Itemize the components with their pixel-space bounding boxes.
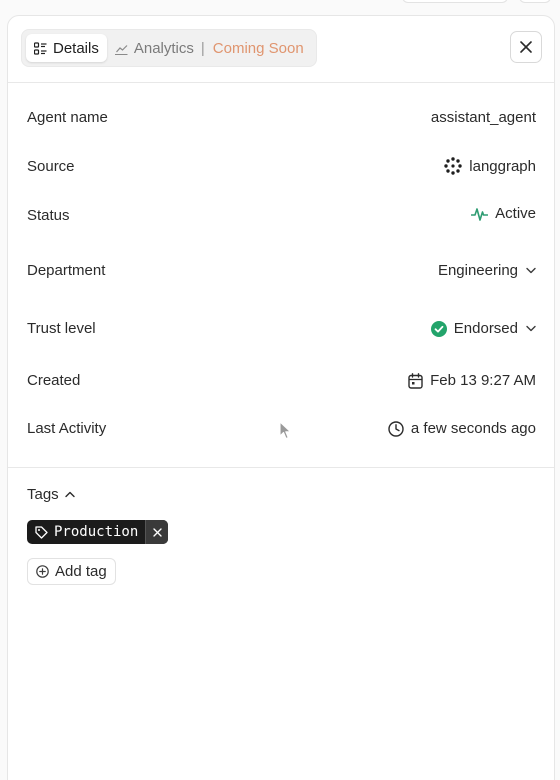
trust-level-row: Trust level Endorsed (27, 320, 536, 337)
tab-details-label: Details (53, 39, 99, 57)
source-label: Source (27, 157, 75, 175)
remove-tag-button[interactable] (145, 520, 169, 544)
source-row: Source langgraph (27, 157, 536, 175)
list-details-icon (34, 41, 47, 55)
source-value-text: langgraph (469, 157, 536, 175)
background-button-edge (519, 0, 551, 3)
source-value: langgraph (444, 157, 536, 175)
agent-details-panel: Details Analytics | Coming Soon Agent na… (7, 15, 555, 780)
created-label: Created (27, 372, 81, 389)
chart-line-icon (114, 44, 128, 55)
agent-name-row: Agent name assistant_agent (27, 109, 536, 126)
check-circle-icon (430, 320, 447, 337)
trust-level-value: Endorsed (453, 320, 518, 337)
tab-analytics[interactable]: Analytics | Coming Soon (107, 34, 312, 62)
background-button-edge (402, 0, 508, 3)
tab-analytics-label: Analytics (133, 39, 194, 57)
tag-chip-main: Production (27, 520, 145, 544)
status-row: Status Active (27, 205, 536, 224)
calendar-icon (408, 372, 423, 389)
tags-heading: Tags (27, 486, 59, 503)
agent-name-label: Agent name (27, 109, 108, 126)
langgraph-logo-icon (444, 157, 462, 175)
section-divider (8, 467, 554, 468)
tag-icon (35, 525, 48, 539)
activity-pulse-icon (471, 207, 489, 221)
panel-header: Details Analytics | Coming Soon (8, 16, 554, 83)
agent-name-value: assistant_agent (430, 109, 536, 126)
clock-icon (388, 420, 404, 437)
department-value: Engineering (437, 262, 518, 279)
chevron-down-icon (526, 267, 536, 274)
close-button[interactable] (510, 31, 542, 63)
department-label: Department (27, 262, 106, 279)
chevron-down-icon (526, 325, 536, 332)
plus-circle-icon (36, 565, 49, 578)
last-activity-value-text: a few seconds ago (410, 420, 536, 437)
created-row: Created Feb 13 9:27 AM (27, 372, 536, 389)
coming-soon-label: Coming Soon (212, 39, 304, 57)
tab-details[interactable]: Details (26, 34, 107, 62)
trust-level-select[interactable]: Endorsed (430, 320, 536, 337)
trust-level-label: Trust level (27, 320, 96, 337)
close-icon (153, 527, 162, 537)
tab-group: Details Analytics | Coming Soon (21, 29, 317, 67)
add-tag-button[interactable]: Add tag (27, 558, 116, 585)
chevron-up-icon (64, 491, 75, 498)
status-value: Active (471, 205, 536, 222)
department-row: Department Engineering (27, 262, 536, 279)
status-value-text: Active (495, 205, 536, 222)
department-select[interactable]: Engineering (438, 262, 536, 279)
tag-chip: Production (27, 520, 169, 544)
status-label: Status (27, 207, 70, 224)
tags-section-toggle[interactable]: Tags (27, 486, 75, 503)
last-activity-value: a few seconds ago (388, 420, 536, 437)
close-icon (520, 41, 532, 53)
tag-label: Production (54, 524, 139, 540)
add-tag-label: Add tag (55, 563, 107, 580)
created-value: Feb 13 9:27 AM (408, 372, 536, 389)
tab-separator: | (200, 39, 205, 57)
mouse-pointer-icon (279, 421, 293, 446)
created-value-text: Feb 13 9:27 AM (430, 372, 536, 389)
last-activity-label: Last Activity (27, 420, 107, 437)
screen: Details Analytics | Coming Soon Agent na… (0, 0, 560, 780)
